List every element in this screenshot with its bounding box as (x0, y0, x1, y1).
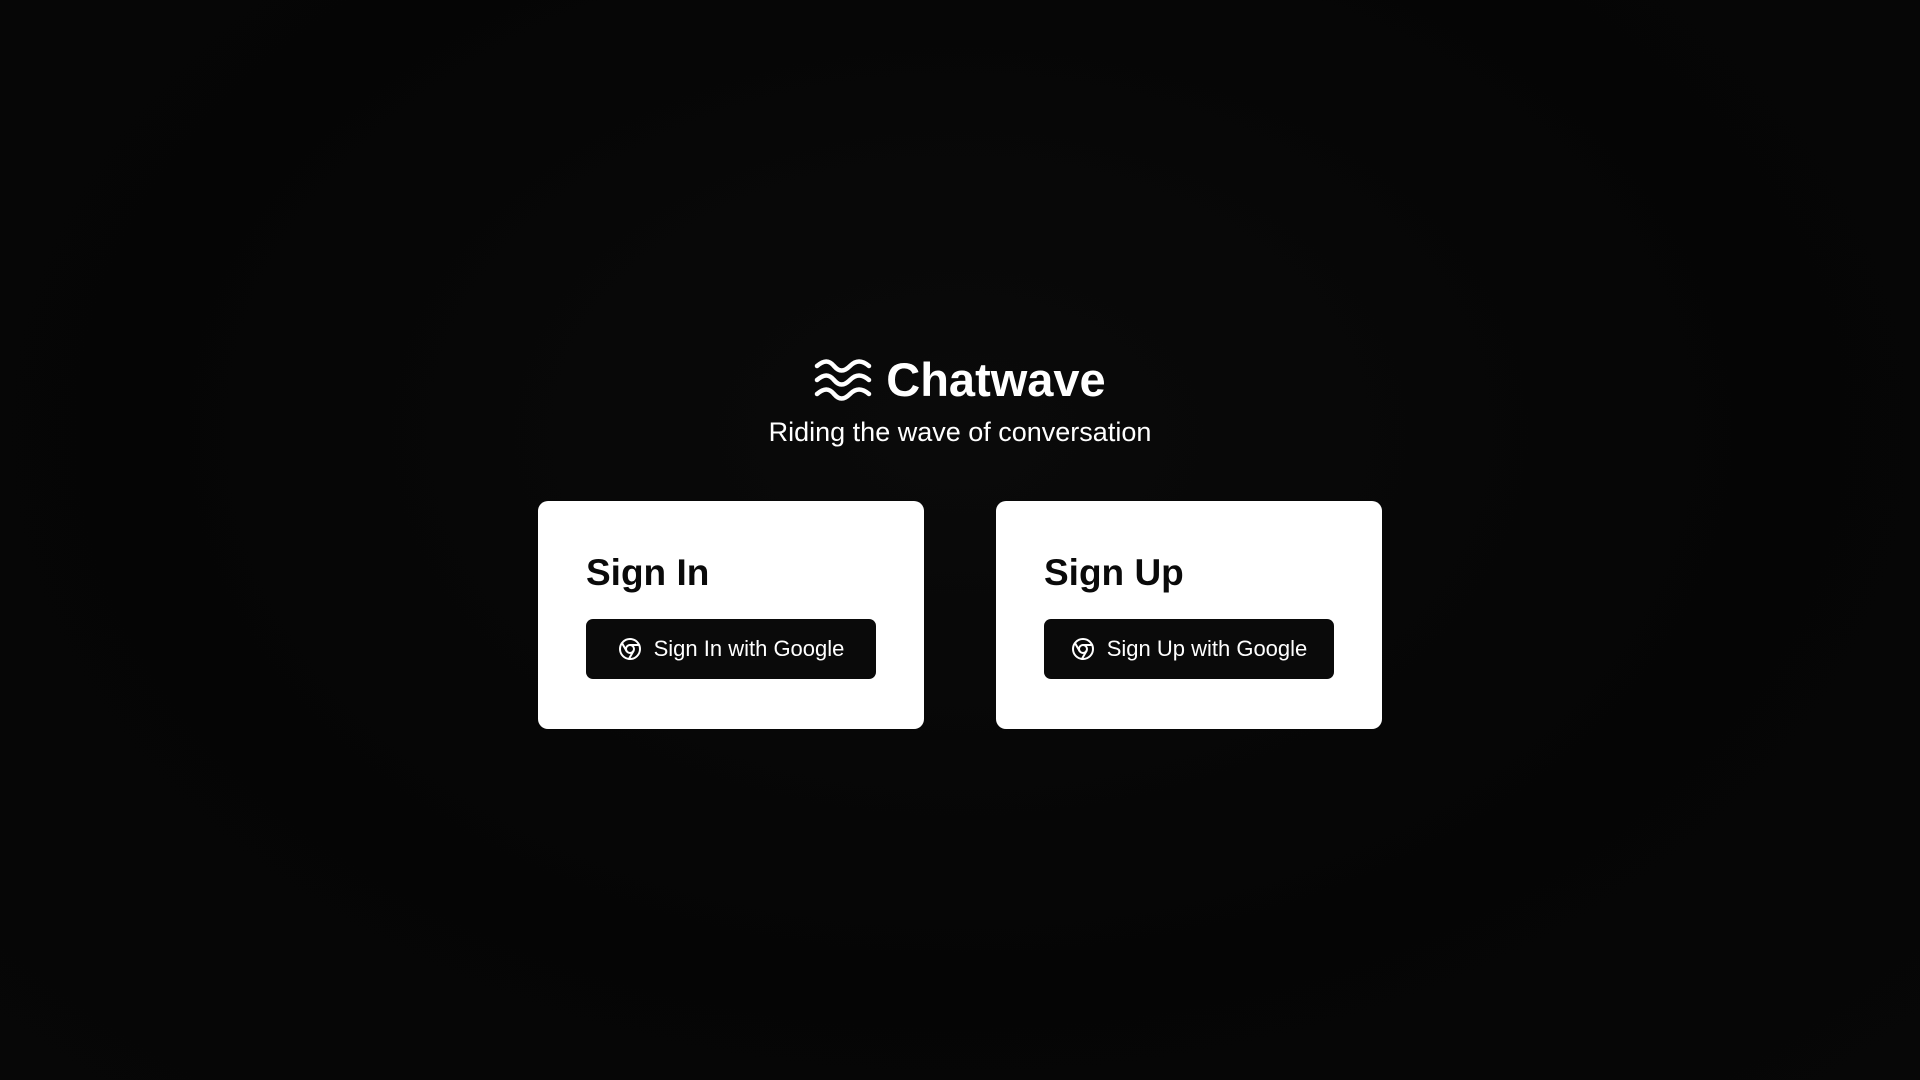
sign-up-google-label: Sign Up with Google (1106, 636, 1308, 661)
sign-in-title: Sign In (586, 552, 710, 593)
app-title: Chatwave (886, 353, 1106, 406)
sign-in-card: Sign In Sign In with Google (538, 501, 924, 729)
sign-in-google-button[interactable]: Sign In with Google (586, 619, 876, 679)
sign-up-card: Sign Up Sign Up with Google (996, 501, 1382, 729)
sign-up-google-button[interactable]: Sign Up with Google (1044, 619, 1334, 679)
sign-up-title: Sign Up (1044, 552, 1184, 593)
chrome-icon (618, 637, 642, 661)
app-tagline: Riding the wave of conversation (768, 417, 1152, 447)
waves-icon (814, 357, 872, 403)
landing-page: Chatwave Riding the wave of conversation… (0, 0, 1920, 1080)
brand-header: Chatwave (0, 352, 1920, 408)
sign-in-google-label: Sign In with Google (653, 636, 845, 661)
chrome-icon (1071, 637, 1095, 661)
